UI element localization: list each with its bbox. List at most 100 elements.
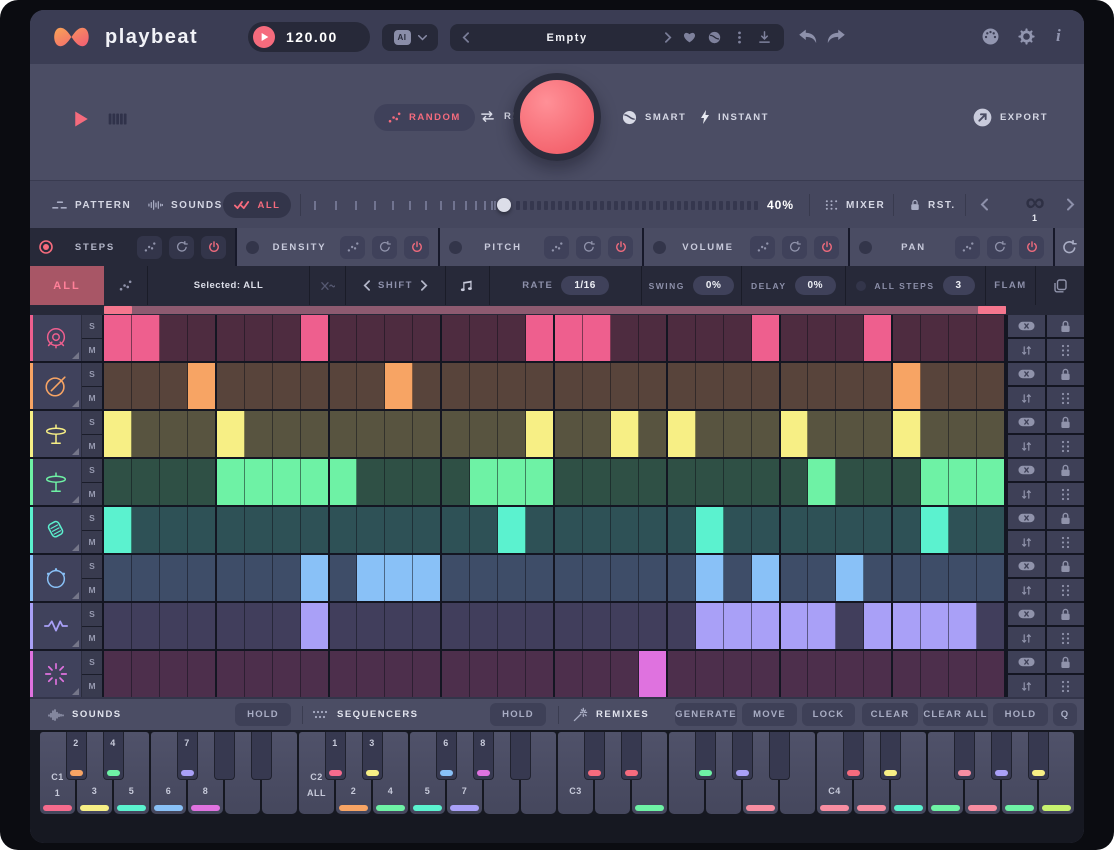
steps-power-button[interactable] bbox=[201, 236, 226, 259]
step-kick-13[interactable] bbox=[442, 315, 470, 361]
step-fx-32[interactable] bbox=[977, 651, 1006, 697]
step-synth-7[interactable] bbox=[273, 603, 301, 649]
play-button[interactable] bbox=[74, 110, 89, 128]
step-tambourine-11[interactable] bbox=[385, 555, 413, 601]
shuffle-preset-icon[interactable] bbox=[707, 30, 722, 45]
step-snare-31[interactable] bbox=[949, 363, 977, 409]
step-synth-15[interactable] bbox=[498, 603, 526, 649]
step-tambourine-7[interactable] bbox=[273, 555, 301, 601]
piano-key-Fs2[interactable]: 6 bbox=[436, 732, 457, 780]
step-kick-25[interactable] bbox=[781, 315, 809, 361]
tab-dot-icon[interactable] bbox=[246, 241, 259, 254]
mute-button-tambourine[interactable]: M bbox=[82, 579, 102, 602]
step-shaker-12[interactable] bbox=[413, 507, 442, 553]
step-fx-5[interactable] bbox=[217, 651, 245, 697]
step-range-track[interactable] bbox=[104, 306, 1006, 314]
piano-key-As1[interactable] bbox=[251, 732, 272, 780]
drag-track-handle-kick[interactable] bbox=[1047, 339, 1084, 361]
step-closed-hihat-1[interactable] bbox=[104, 411, 132, 457]
step-shaker-32[interactable] bbox=[977, 507, 1006, 553]
pitch-reset-button[interactable] bbox=[576, 236, 601, 259]
step-kick-17[interactable] bbox=[555, 315, 583, 361]
mute-button-kick[interactable]: M bbox=[82, 339, 102, 362]
lock-button[interactable]: LOCK bbox=[802, 703, 855, 726]
randomize-selection-button[interactable] bbox=[104, 266, 148, 305]
step-closed-hihat-7[interactable] bbox=[273, 411, 301, 457]
piano-key-As3[interactable] bbox=[769, 732, 790, 780]
step-shaker-28[interactable] bbox=[864, 507, 893, 553]
lock-track-button-shaker[interactable] bbox=[1047, 507, 1084, 531]
preset-prev-button[interactable] bbox=[462, 32, 469, 43]
tab-dot-icon[interactable] bbox=[653, 241, 666, 254]
step-closed-hihat-4[interactable] bbox=[188, 411, 217, 457]
clear-track-button-fx[interactable] bbox=[1008, 651, 1045, 675]
step-closed-hihat-28[interactable] bbox=[864, 411, 893, 457]
step-open-hihat-29[interactable] bbox=[893, 459, 921, 505]
step-synth-19[interactable] bbox=[611, 603, 639, 649]
step-closed-hihat-5[interactable] bbox=[217, 411, 245, 457]
step-fx-12[interactable] bbox=[413, 651, 442, 697]
step-synth-3[interactable] bbox=[160, 603, 188, 649]
step-shaker-8[interactable] bbox=[301, 507, 330, 553]
select-all-tracks-button[interactable]: ALL bbox=[30, 266, 104, 305]
step-kick-22[interactable] bbox=[696, 315, 724, 361]
step-open-hihat-2[interactable] bbox=[132, 459, 160, 505]
step-snare-3[interactable] bbox=[160, 363, 188, 409]
step-open-hihat-27[interactable] bbox=[836, 459, 864, 505]
solo-button-closed-hihat[interactable]: S bbox=[82, 411, 102, 435]
step-open-hihat-21[interactable] bbox=[668, 459, 696, 505]
mute-button-open-hihat[interactable]: M bbox=[82, 483, 102, 506]
step-kick-11[interactable] bbox=[385, 315, 413, 361]
clear-track-button-tambourine[interactable] bbox=[1008, 555, 1045, 579]
step-fx-4[interactable] bbox=[188, 651, 217, 697]
nudge-track-button-synth[interactable] bbox=[1008, 627, 1045, 649]
step-shaker-2[interactable] bbox=[132, 507, 160, 553]
step-tambourine-31[interactable] bbox=[949, 555, 977, 601]
redo-button[interactable] bbox=[827, 29, 846, 44]
step-tambourine-20[interactable] bbox=[639, 555, 668, 601]
drag-track-handle-synth[interactable] bbox=[1047, 627, 1084, 649]
lock-track-button-kick[interactable] bbox=[1047, 315, 1084, 339]
step-snare-21[interactable] bbox=[668, 363, 696, 409]
all-filter-button[interactable]: ALL bbox=[223, 192, 291, 218]
step-open-hihat-1[interactable] bbox=[104, 459, 132, 505]
drag-track-handle-snare[interactable] bbox=[1047, 387, 1084, 409]
split-steps-button[interactable] bbox=[310, 266, 346, 305]
lock-track-button-snare[interactable] bbox=[1047, 363, 1084, 387]
step-kick-1[interactable] bbox=[104, 315, 132, 361]
step-synth-17[interactable] bbox=[555, 603, 583, 649]
step-synth-10[interactable] bbox=[357, 603, 385, 649]
step-fx-1[interactable] bbox=[104, 651, 132, 697]
step-tambourine-3[interactable] bbox=[160, 555, 188, 601]
nudge-track-button-snare[interactable] bbox=[1008, 387, 1045, 409]
step-closed-hihat-3[interactable] bbox=[160, 411, 188, 457]
step-tambourine-16[interactable] bbox=[526, 555, 555, 601]
step-synth-5[interactable] bbox=[217, 603, 245, 649]
piano-key-Fs1[interactable]: 7 bbox=[177, 732, 198, 780]
step-snare-9[interactable] bbox=[330, 363, 358, 409]
step-snare-5[interactable] bbox=[217, 363, 245, 409]
infinite-remix-pad[interactable] bbox=[513, 73, 601, 161]
step-closed-hihat-22[interactable] bbox=[696, 411, 724, 457]
step-closed-hihat-23[interactable] bbox=[724, 411, 752, 457]
density-randomize-button[interactable] bbox=[340, 236, 365, 259]
step-kick-20[interactable] bbox=[639, 315, 668, 361]
step-snare-30[interactable] bbox=[921, 363, 949, 409]
step-tambourine-13[interactable] bbox=[442, 555, 470, 601]
step-synth-12[interactable] bbox=[413, 603, 442, 649]
step-shaker-31[interactable] bbox=[949, 507, 977, 553]
step-open-hihat-15[interactable] bbox=[498, 459, 526, 505]
step-closed-hihat-12[interactable] bbox=[413, 411, 442, 457]
tab-pan[interactable]: PAN bbox=[850, 228, 1053, 266]
instant-button[interactable]: INSTANT bbox=[700, 110, 769, 124]
step-shaker-20[interactable] bbox=[639, 507, 668, 553]
step-synth-6[interactable] bbox=[245, 603, 273, 649]
step-open-hihat-14[interactable] bbox=[470, 459, 498, 505]
step-snare-12[interactable] bbox=[413, 363, 442, 409]
step-snare-22[interactable] bbox=[696, 363, 724, 409]
step-closed-hihat-31[interactable] bbox=[949, 411, 977, 457]
clear-track-button-shaker[interactable] bbox=[1008, 507, 1045, 531]
pattern-prev-button[interactable] bbox=[980, 198, 988, 211]
step-tambourine-24[interactable] bbox=[752, 555, 781, 601]
step-open-hihat-4[interactable] bbox=[188, 459, 217, 505]
